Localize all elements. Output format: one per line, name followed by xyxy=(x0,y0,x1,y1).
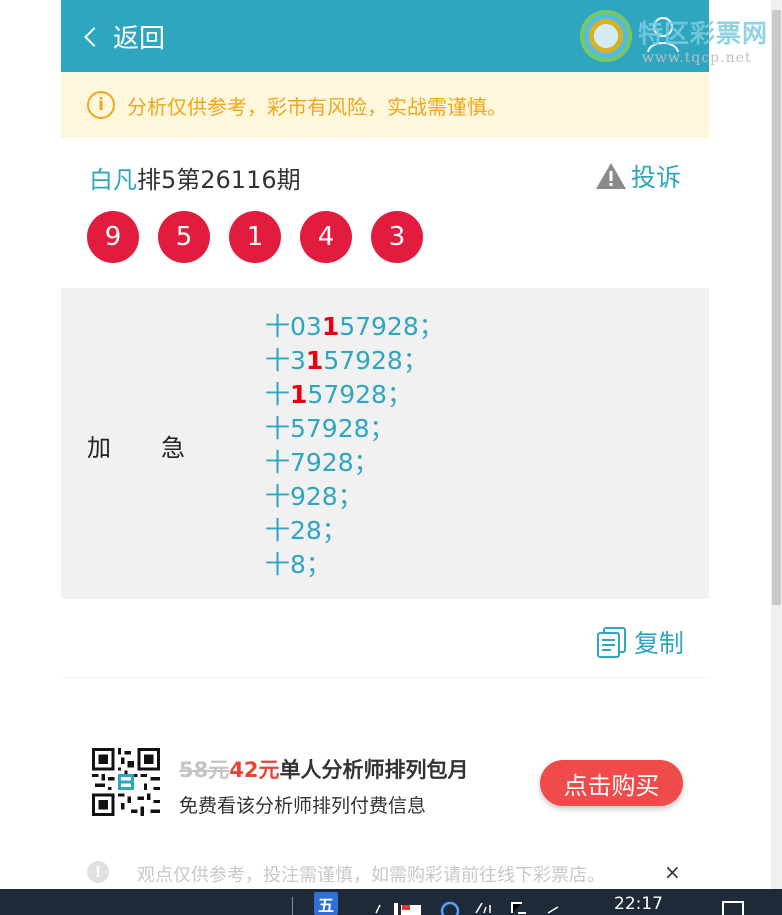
divider xyxy=(61,677,709,678)
prediction-label: 加急 xyxy=(87,434,185,462)
copy-label: 复制 xyxy=(634,629,685,658)
prediction-line: 十157928； xyxy=(265,380,412,409)
issue-label: 排5第26116期 xyxy=(137,166,301,194)
number-ball: 9 xyxy=(87,211,139,263)
prediction-line: 十8； xyxy=(265,550,331,579)
scrollbar-thumb[interactable] xyxy=(772,10,781,605)
copy-icon xyxy=(597,627,626,658)
complain-label: 投诉 xyxy=(631,163,682,192)
qr-code-icon[interactable] xyxy=(92,748,160,816)
number-ball: 5 xyxy=(158,211,210,263)
watermark: 特区彩票网 www.tqcp.net xyxy=(580,8,776,70)
warning-icon xyxy=(596,163,626,189)
info-icon: ! xyxy=(87,861,109,883)
risk-notice-text: 分析仅供参考，彩市有风险，实战需谨慎。 xyxy=(127,94,507,119)
prediction-box: 加急 十03157928； 十3157928； 十157928； 十57928；… xyxy=(61,288,709,599)
watermark-title: 特区彩票网 xyxy=(638,19,769,48)
number-ball: 1 xyxy=(229,211,281,263)
watermark-logo-icon xyxy=(580,10,632,62)
prediction-line: 十28； xyxy=(265,516,347,545)
clock: 22:17 xyxy=(614,894,663,914)
chevron-left-icon xyxy=(84,27,104,47)
buy-button[interactable]: 点击购买 xyxy=(540,760,683,806)
taskbar-divider xyxy=(292,897,293,915)
number-balls: 9 5 1 4 3 xyxy=(87,211,423,263)
ime-icon[interactable]: 五 xyxy=(314,892,338,915)
notification-icon[interactable] xyxy=(722,901,744,915)
prediction-lines: 十03157928； 十3157928； 十157928； 十57928； 十7… xyxy=(265,310,444,582)
prediction-line: 十03157928； xyxy=(265,312,444,341)
info-icon: i xyxy=(87,91,115,119)
system-tray-icons[interactable] xyxy=(372,899,562,915)
promo-subtitle: 免费看该分析师排列付费信息 xyxy=(179,795,427,817)
new-price: 42元 xyxy=(229,758,280,782)
close-button[interactable]: × xyxy=(664,860,681,884)
back-button[interactable]: 返回 xyxy=(84,18,166,54)
page: 返回 特区彩票网 www.tqcp.net i 分析仅供参考，彩市有风险，实战需… xyxy=(0,0,782,915)
prediction-line: 十7928； xyxy=(265,448,379,477)
watermark-url: www.tqcp.net xyxy=(642,50,752,66)
risk-notice: i 分析仅供参考，彩市有风险，实战需谨慎。 xyxy=(61,72,709,138)
copy-button[interactable]: 复制 xyxy=(596,624,684,660)
issue-title: 白凡排5第26116期 xyxy=(89,160,301,195)
complain-button[interactable]: 投诉 xyxy=(595,158,681,194)
taskbar: 五 22:17 xyxy=(0,889,782,915)
bottom-notice-text: 观点仅供参考，投注需谨慎，如需购彩请前往线下彩票店。 xyxy=(137,865,605,886)
number-ball: 3 xyxy=(371,211,423,263)
scrollbar[interactable] xyxy=(771,0,782,890)
author-link[interactable]: 白凡 xyxy=(89,166,137,194)
old-price: 58元 xyxy=(179,758,230,782)
promo-title: 58元42元单人分析师排列包月 xyxy=(179,754,468,784)
prediction-line: 十928； xyxy=(265,482,363,511)
number-ball: 4 xyxy=(300,211,352,263)
prediction-line: 十57928； xyxy=(265,414,395,443)
back-label: 返回 xyxy=(113,23,166,54)
prediction-line: 十3157928； xyxy=(265,346,428,375)
promo-name: 单人分析师排列包月 xyxy=(279,758,469,782)
